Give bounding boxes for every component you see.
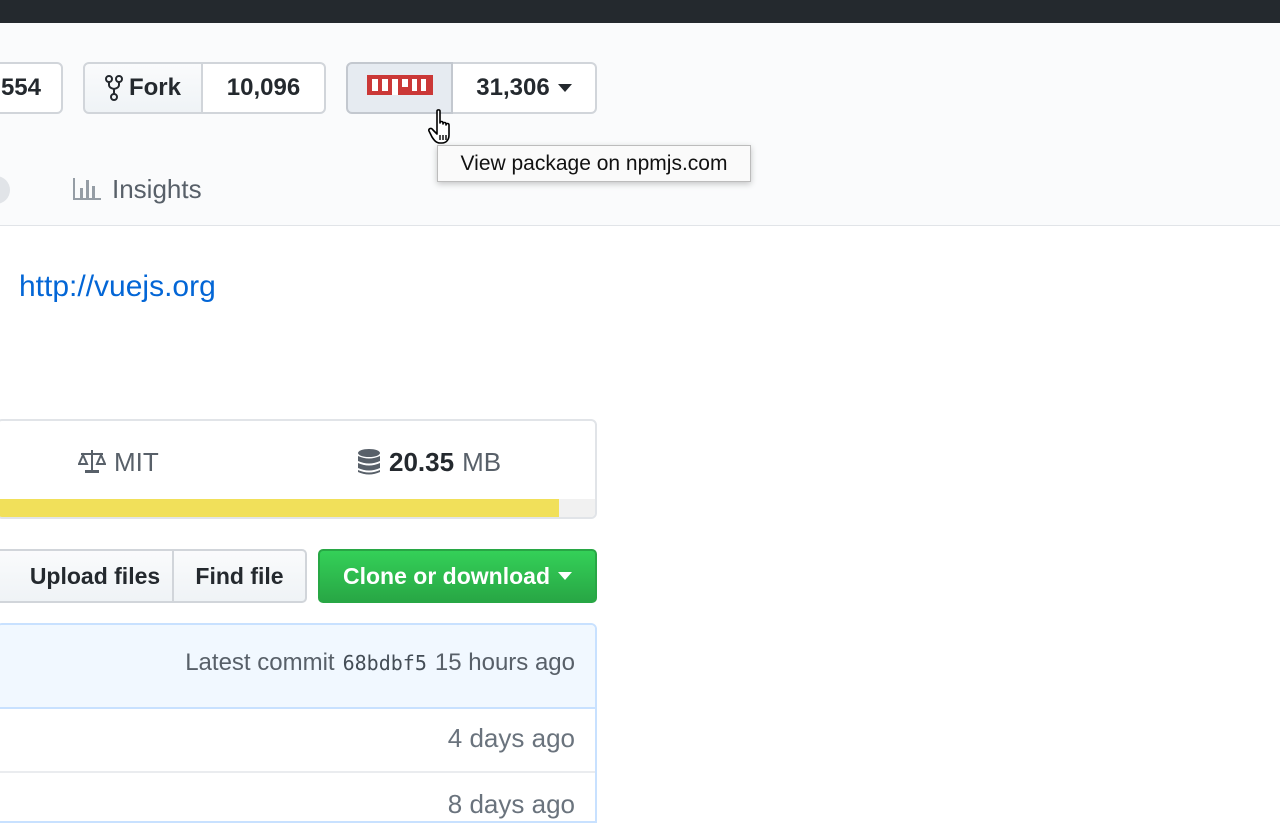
star-count-label: 554 xyxy=(1,74,41,102)
fork-count[interactable]: 10,096 xyxy=(203,62,326,114)
caret-down-icon xyxy=(558,572,572,580)
fork-icon xyxy=(105,75,123,101)
license-label: MIT xyxy=(114,447,159,478)
table-row: 4 days ago xyxy=(0,707,595,773)
homepage-link[interactable]: http://vuejs.org xyxy=(19,270,216,304)
table-row: 8 days ago xyxy=(0,773,595,823)
npm-logo-icon xyxy=(367,75,433,101)
find-file-label: Find file xyxy=(195,563,283,590)
fork-button-label: Fork xyxy=(129,74,181,102)
hand-pointer-cursor-icon xyxy=(428,109,458,150)
star-count[interactable]: 554 xyxy=(0,62,63,114)
latest-commit-age: 15 hours ago xyxy=(435,649,575,677)
top-navigation-bar xyxy=(0,0,1280,23)
clone-label: Clone or download xyxy=(343,563,550,590)
row-age: 8 days ago xyxy=(448,789,575,820)
clone-or-download-button[interactable]: Clone or download xyxy=(318,549,597,603)
tab-insights[interactable]: Insights xyxy=(72,172,202,206)
row-age: 4 days ago xyxy=(448,723,575,754)
fork-count-label: 10,096 xyxy=(227,74,300,102)
commit-tease: Latest commit 68bdbf5 15 hours ago xyxy=(0,625,595,709)
license-link[interactable]: MIT xyxy=(78,445,159,479)
caret-down-icon xyxy=(558,84,572,92)
upload-files-button[interactable]: Upload files xyxy=(0,549,174,603)
npm-tooltip: View package on npmjs.com xyxy=(437,145,751,182)
npm-button[interactable] xyxy=(346,62,453,114)
fork-button[interactable]: Fork xyxy=(83,62,203,114)
latest-commit-label: Latest commit xyxy=(185,649,334,677)
star-button-group: 554 xyxy=(0,62,63,114)
npm-count-label: 31,306 xyxy=(476,74,549,102)
repo-size-unit: MB xyxy=(462,447,501,478)
language-bar[interactable] xyxy=(0,499,595,517)
repo-summary: MIT 20.35 MB xyxy=(0,419,597,519)
fork-button-group: Fork 10,096 xyxy=(83,62,326,114)
repo-size: 20.35 MB xyxy=(357,445,501,479)
language-bar-javascript xyxy=(0,499,559,517)
tab-insights-label: Insights xyxy=(112,174,202,205)
latest-commit-line: Latest commit 68bdbf5 15 hours ago xyxy=(185,649,575,677)
npm-downloads-dropdown[interactable]: 31,306 xyxy=(453,62,597,114)
commit-sha-link[interactable]: 68bdbf5 xyxy=(343,651,427,675)
upload-files-label: Upload files xyxy=(30,563,160,590)
npm-button-group: 31,306 xyxy=(346,62,597,114)
find-file-button[interactable]: Find file xyxy=(172,549,307,603)
file-navigation-table: Latest commit 68bdbf5 15 hours ago 4 day… xyxy=(0,623,597,823)
database-icon xyxy=(357,448,381,476)
law-icon xyxy=(78,449,106,475)
tooltip-text: View package on npmjs.com xyxy=(461,152,728,176)
graph-icon xyxy=(72,176,102,202)
repo-size-value: 20.35 xyxy=(389,447,454,478)
